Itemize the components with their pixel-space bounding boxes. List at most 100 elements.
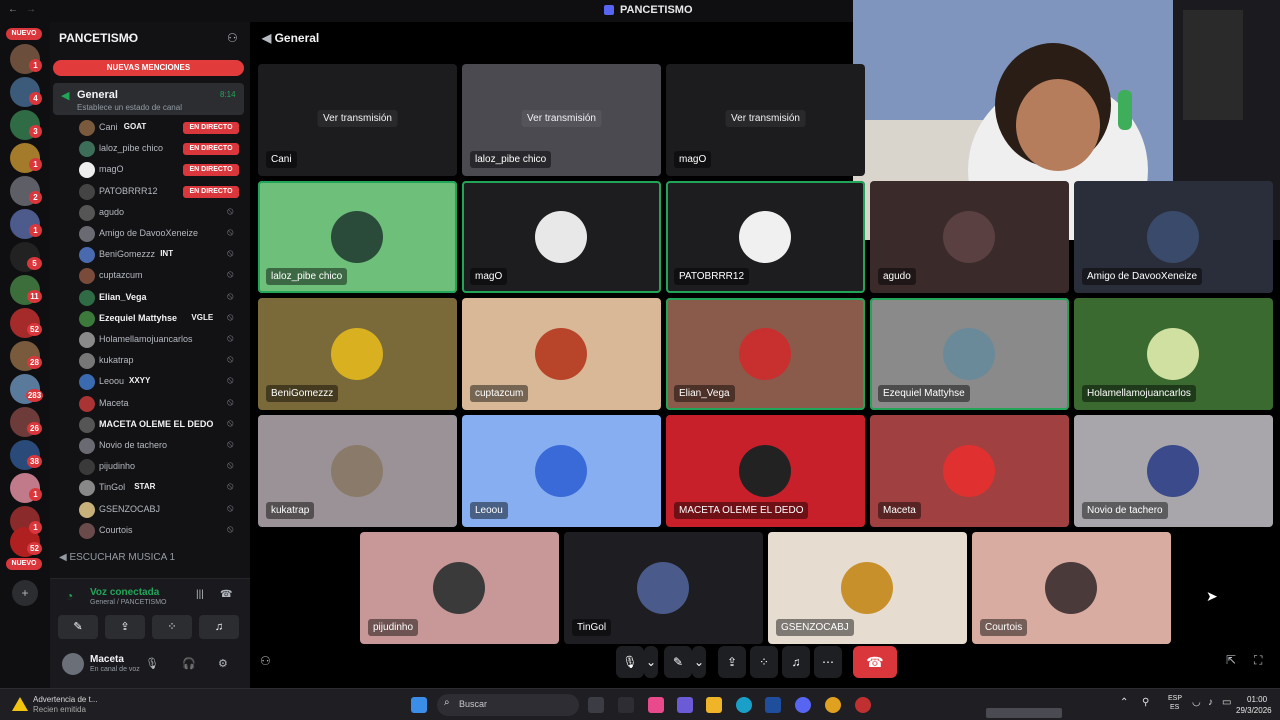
voice-user-novio-de-tachero[interactable]: Novio de tachero ⦸	[79, 436, 244, 456]
activities-button[interactable]: ⁘	[152, 615, 192, 639]
participant-tile[interactable]: BeniGomezzz	[258, 298, 457, 410]
stream-tile[interactable]: Ver transmisión Cani	[258, 64, 457, 176]
back-icon[interactable]: ←	[8, 4, 18, 15]
camera-button[interactable]: ✎	[58, 615, 98, 639]
popout-icon[interactable]: ⇱	[1226, 653, 1236, 667]
notification-title[interactable]: Advertencia de t...	[33, 695, 97, 704]
stream-tile[interactable]: Ver transmisión laloz_pibe chico	[462, 64, 661, 176]
disconnect-button[interactable]: ☎	[853, 646, 897, 678]
new-badge[interactable]: NUEVO	[6, 28, 42, 40]
participant-tile[interactable]: pijudinho	[360, 532, 559, 644]
headphones-icon[interactable]: 🎧	[182, 657, 196, 670]
windows-start-icon[interactable]	[411, 697, 427, 713]
participant-tile[interactable]: cuptazcum	[462, 298, 661, 410]
language-indicator[interactable]: ESP	[1168, 695, 1182, 702]
watch-stream-button[interactable]: Ver transmisión	[725, 110, 806, 127]
voice-channel-general[interactable]: ◀ General Establece un estado de canal 8…	[53, 83, 244, 115]
noise-suppression-icon[interactable]: |||	[196, 589, 204, 600]
voice-user-holamellamojuancarlos[interactable]: Holamellamojuancarlos ⦸	[79, 330, 244, 350]
participant-tile[interactable]: laloz_pibe chico	[258, 181, 457, 293]
location-icon[interactable]: ⚲	[1142, 697, 1149, 708]
chevron-up-icon[interactable]: ⌃	[1120, 697, 1128, 708]
voice-user-cuptazcum[interactable]: cuptazcum ⦸	[79, 266, 244, 286]
volume-icon[interactable]: ♪	[1208, 697, 1213, 708]
fullscreen-icon[interactable]: ⛶	[1254, 653, 1262, 668]
people-icon[interactable]: ⚇	[260, 654, 271, 668]
chevron-down-icon[interactable]: ⌄	[692, 646, 706, 678]
signal-icon[interactable]: ◔	[66, 589, 73, 603]
participant-tile[interactable]: Courtois	[972, 532, 1171, 644]
keyboard-layout[interactable]: ES	[1170, 704, 1179, 711]
voice-user-leoou[interactable]: Leoou XXYY ⦸	[79, 372, 244, 392]
voice-connected-title[interactable]: Voz conectada	[90, 587, 159, 598]
screen-share-button[interactable]: ⇪	[718, 646, 746, 678]
voice-user-maceta-oleme-el-dedo[interactable]: MACETA OLEME EL DEDO ⦸	[79, 415, 244, 435]
participant-tile[interactable]: Leoou	[462, 415, 661, 527]
new-mentions-pill[interactable]: NUEVAS MENCIONES	[53, 60, 244, 76]
voice-user-ezequiel-mattyhse[interactable]: Ezequiel Mattyhse VGLE ⦸	[79, 309, 244, 329]
voice-connected-subtitle[interactable]: General / PANCETISMO	[90, 599, 167, 606]
add-member-icon[interactable]: ⚇	[227, 31, 238, 45]
participant-tile[interactable]: agudo	[870, 181, 1069, 293]
clock-time[interactable]: 01:00	[1247, 695, 1267, 704]
voice-user-laloz-pibe-chico[interactable]: laloz_pibe chico EN DIRECTO	[79, 139, 244, 159]
participant-tile[interactable]: Amigo de DavooXeneize	[1074, 181, 1273, 293]
participant-tile[interactable]: GSENZOCABJ	[768, 532, 967, 644]
app-icon[interactable]	[677, 697, 693, 713]
camera-button[interactable]: ✎	[664, 646, 692, 678]
wifi-icon[interactable]: ◡	[1192, 697, 1201, 708]
participant-tile[interactable]: kukatrap	[258, 415, 457, 527]
app-icon[interactable]	[618, 697, 634, 713]
battery-icon[interactable]: ▭	[1222, 697, 1231, 708]
soundboard-button[interactable]: ♫	[782, 646, 810, 678]
taskbar-scrollbar[interactable]	[986, 708, 1062, 718]
disconnect-icon[interactable]: ☎	[220, 589, 232, 600]
settings-gear-icon[interactable]: ⚙	[218, 657, 228, 670]
voice-user-maceta[interactable]: Maceta ⦸	[79, 394, 244, 414]
soundboard-button[interactable]: ♫	[199, 615, 239, 639]
avatar[interactable]	[62, 653, 84, 675]
edge-icon[interactable]	[736, 697, 752, 713]
watch-stream-button[interactable]: Ver transmisión	[317, 110, 398, 127]
task-view-icon[interactable]	[588, 697, 604, 713]
clock-date[interactable]: 29/3/2026	[1236, 706, 1272, 715]
stream-tile[interactable]: Ver transmisión magO	[666, 64, 865, 176]
voice-user-courtois[interactable]: Courtois ⦸	[79, 521, 244, 541]
voice-user-gsenzocabj[interactable]: GSENZOCABJ ⦸	[79, 500, 244, 520]
participant-tile[interactable]: Ezequiel Mattyhse	[870, 298, 1069, 410]
participant-tile[interactable]: magO	[462, 181, 661, 293]
microphone-icon[interactable]: 🎙	[145, 657, 159, 670]
chevron-down-icon[interactable]: ⌄	[126, 31, 134, 42]
voice-user-amigo-de-davooxeneize[interactable]: Amigo de DavooXeneize ⦸	[79, 224, 244, 244]
chevron-down-icon[interactable]: ⌄	[644, 646, 658, 678]
new-badge[interactable]: NUEVO	[6, 558, 42, 570]
discord-icon[interactable]	[795, 697, 811, 713]
voice-user-elian-vega[interactable]: Elian_Vega ⦸	[79, 288, 244, 308]
participant-tile[interactable]: PATOBRRR12	[666, 181, 865, 293]
voice-user-cani[interactable]: Cani GOAT EN DIRECTO	[79, 118, 244, 138]
participant-tile[interactable]: Novio de tachero	[1074, 415, 1273, 527]
voice-user-kukatrap[interactable]: kukatrap ⦸	[79, 351, 244, 371]
participant-tile[interactable]: Elian_Vega	[666, 298, 865, 410]
activities-button[interactable]: ⁘	[750, 646, 778, 678]
screen-share-button[interactable]: ⇪	[105, 615, 145, 639]
voice-user-tingol[interactable]: TinGol STAR ⦸	[79, 478, 244, 498]
channel-status[interactable]: Establece un estado de canal	[77, 103, 182, 112]
store-icon[interactable]	[765, 697, 781, 713]
microphone-button[interactable]: 🎙	[616, 646, 644, 678]
watch-stream-button[interactable]: Ver transmisión	[521, 110, 602, 127]
file-explorer-icon[interactable]	[706, 697, 722, 713]
voice-user-agudo[interactable]: agudo ⦸	[79, 203, 244, 223]
voice-user-benigomezzz[interactable]: BeniGomezzz INT ⦸	[79, 245, 244, 265]
warning-icon[interactable]	[12, 697, 28, 711]
chrome-icon[interactable]	[825, 697, 841, 713]
voice-user-mago[interactable]: magO EN DIRECTO	[79, 160, 244, 180]
participant-tile[interactable]: TinGol	[564, 532, 763, 644]
participant-tile[interactable]: Holamellamojuancarlos	[1074, 298, 1273, 410]
participant-tile[interactable]: MACETA OLEME EL DEDO	[666, 415, 865, 527]
add-server-icon[interactable]: +	[12, 580, 38, 606]
more-options-icon[interactable]: ⋯	[814, 646, 842, 678]
taskbar-search[interactable]: ⌕ Buscar	[437, 694, 579, 716]
app-icon[interactable]	[648, 697, 664, 713]
participant-tile[interactable]: Maceta	[870, 415, 1069, 527]
